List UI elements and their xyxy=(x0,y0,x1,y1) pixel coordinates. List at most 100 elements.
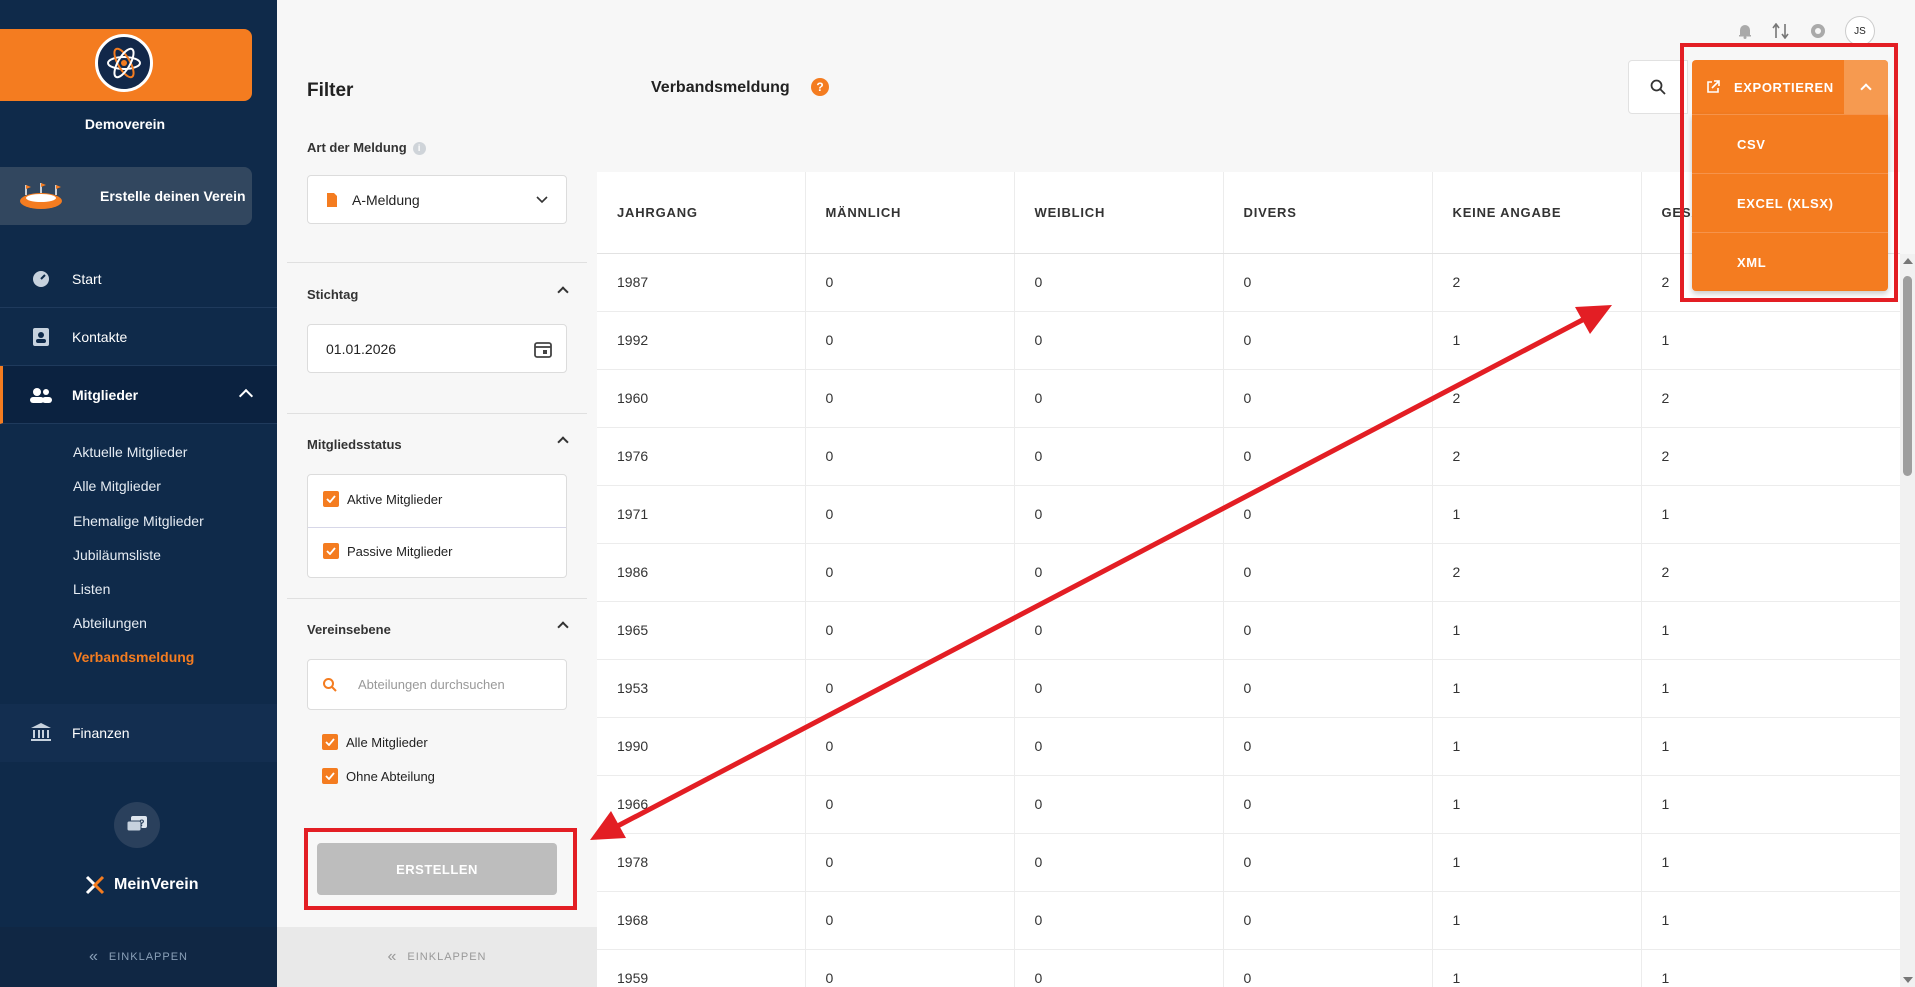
sort-arrows-icon[interactable] xyxy=(1771,23,1791,39)
table-row[interactable]: 1986 0 0 0 2 2 xyxy=(597,543,1900,602)
checkbox-checked-icon xyxy=(322,734,338,750)
help-icon[interactable]: ? xyxy=(811,78,829,96)
sidebar-subitem-abteilungen[interactable]: Abteilungen xyxy=(73,615,147,631)
table-cell: 1966 xyxy=(597,775,806,834)
table-cell: 0 xyxy=(1223,253,1433,312)
table-row[interactable]: 1992 0 0 0 1 1 xyxy=(597,311,1900,370)
sidebar-item-start[interactable]: Start xyxy=(0,250,277,308)
info-icon[interactable]: i xyxy=(412,142,426,156)
table-row[interactable]: 1959 0 0 0 1 1 xyxy=(597,949,1900,987)
gear-icon[interactable] xyxy=(1809,22,1827,40)
divider xyxy=(287,413,587,414)
checkbox-ohne-abteilung[interactable]: Ohne Abteilung xyxy=(322,768,435,784)
column-header[interactable]: WEIBLICH xyxy=(1014,172,1224,254)
table-row[interactable]: 1966 0 0 0 1 1 xyxy=(597,775,1900,834)
sidebar-item-kontakte[interactable]: Kontakte xyxy=(0,308,277,366)
table-cell: 0 xyxy=(1223,949,1433,987)
chevron-up-icon[interactable] xyxy=(557,286,569,298)
table-search-button[interactable] xyxy=(1628,60,1688,114)
table-cell: 1992 xyxy=(597,311,806,370)
scrollbar-thumb[interactable] xyxy=(1903,276,1912,476)
table-row[interactable]: 1976 0 0 0 2 2 xyxy=(597,427,1900,486)
table-cell: 1 xyxy=(1432,311,1642,370)
create-club-button[interactable]: Erstelle deinen Verein xyxy=(0,167,252,225)
table-cell: 1 xyxy=(1432,775,1642,834)
chevron-up-icon[interactable] xyxy=(557,436,569,448)
table-cell: 1960 xyxy=(597,369,806,428)
document-icon xyxy=(327,192,337,207)
table-cell: 1968 xyxy=(597,891,806,950)
avatar[interactable]: JS xyxy=(1845,16,1875,46)
collapse-filter-button[interactable]: « EINKLAPPEN xyxy=(277,927,597,987)
table-cell: 1 xyxy=(1641,659,1900,718)
checkbox-alle-mitglieder[interactable]: Alle Mitglieder xyxy=(322,734,428,750)
table-cell: 2 xyxy=(1432,427,1642,486)
table-row[interactable]: 1965 0 0 0 1 1 xyxy=(597,601,1900,660)
sidebar-subitem-jubilaeum[interactable]: Jubiläumsliste xyxy=(73,547,161,563)
sidebar-subitem-listen[interactable]: Listen xyxy=(73,581,110,597)
main-sidebar: Demoverein Erstelle deinen Verein Start … xyxy=(0,0,277,987)
table-cell: 1 xyxy=(1432,659,1642,718)
sidebar-subitem-verbandsmeldung[interactable]: Verbandsmeldung xyxy=(73,649,194,665)
table-cell: 1 xyxy=(1641,717,1900,776)
table-row[interactable]: 1978 0 0 0 1 1 xyxy=(597,833,1900,892)
create-club-label: Erstelle deinen Verein xyxy=(100,188,246,204)
sidebar-item-label: Kontakte xyxy=(72,328,128,345)
checkbox-checked-icon xyxy=(323,543,339,559)
checkbox-label: Passive Mitglieder xyxy=(347,543,453,559)
table-cell: 1 xyxy=(1641,601,1900,660)
sidebar-subitem-ehemalige[interactable]: Ehemalige Mitglieder xyxy=(73,513,204,529)
checkbox-passive[interactable]: Passive Mitglieder xyxy=(323,543,453,559)
column-header[interactable]: JAHRGANG xyxy=(597,172,806,254)
scroll-down-arrow-icon[interactable] xyxy=(1903,977,1913,983)
help-chat-button[interactable]: ? xyxy=(114,802,160,848)
table-cell: 0 xyxy=(1223,427,1433,486)
table-row[interactable]: 1953 0 0 0 1 1 xyxy=(597,659,1900,718)
column-header[interactable]: MÄNNLICH xyxy=(805,172,1015,254)
table-row[interactable]: 1960 0 0 0 2 2 xyxy=(597,369,1900,428)
sidebar-item-mitglieder[interactable]: Mitglieder xyxy=(0,366,277,424)
chevron-up-icon[interactable] xyxy=(557,621,569,633)
column-header[interactable]: KEINE ANGABE xyxy=(1432,172,1642,254)
scroll-up-arrow-icon[interactable] xyxy=(1903,258,1913,264)
table-cell: 1 xyxy=(1432,601,1642,660)
stichtag-label: Stichtag xyxy=(307,287,359,302)
column-header[interactable]: DIVERS xyxy=(1223,172,1433,254)
checkbox-label: Aktive Mitglieder xyxy=(347,491,443,507)
brand-logo: MeinVerein xyxy=(84,874,198,896)
table-cell: 0 xyxy=(1014,427,1224,486)
bell-icon[interactable] xyxy=(1737,23,1753,39)
sidebar-subitem-alle[interactable]: Alle Mitglieder xyxy=(73,478,161,494)
table-cell: 0 xyxy=(805,601,1015,660)
stichtag-date-input[interactable]: 01.01.2026 xyxy=(307,324,567,373)
table-cell: 1 xyxy=(1641,833,1900,892)
sidebar-item-finanzen[interactable]: Finanzen xyxy=(0,704,277,762)
collapse-label: EINKLAPPEN xyxy=(108,951,188,963)
search-placeholder: Abteilungen durchsuchen xyxy=(358,677,505,692)
divider xyxy=(308,527,566,528)
abteilungen-search-input[interactable]: Abteilungen durchsuchen xyxy=(307,659,567,710)
table-cell: 0 xyxy=(1014,833,1224,892)
table-cell: 1971 xyxy=(597,485,806,544)
chevron-down-icon xyxy=(536,195,548,203)
vertical-scrollbar[interactable] xyxy=(1900,254,1915,987)
table-cell: 2 xyxy=(1641,427,1900,486)
annotation-highlight-erstellen xyxy=(304,828,577,910)
table-row[interactable]: 1968 0 0 0 1 1 xyxy=(597,891,1900,950)
art-der-meldung-select[interactable]: A-Meldung xyxy=(307,175,567,224)
club-logo[interactable] xyxy=(95,34,153,92)
table-cell: 1 xyxy=(1432,717,1642,776)
table-cell: 0 xyxy=(1223,891,1433,950)
collapse-sidebar-button[interactable]: « EINKLAPPEN xyxy=(0,927,277,987)
users-icon xyxy=(30,384,52,406)
calendar-icon[interactable] xyxy=(534,340,552,358)
table-row[interactable]: 1971 0 0 0 1 1 xyxy=(597,485,1900,544)
checkbox-checked-icon xyxy=(323,491,339,507)
meinverein-logo-icon xyxy=(85,875,105,895)
table-cell: 0 xyxy=(1223,311,1433,370)
sidebar-subitem-aktuelle[interactable]: Aktuelle Mitglieder xyxy=(73,444,187,460)
table-cell: 0 xyxy=(1014,601,1224,660)
table-cell: 1 xyxy=(1641,891,1900,950)
checkbox-aktive[interactable]: Aktive Mitglieder xyxy=(323,491,442,507)
table-row[interactable]: 1990 0 0 0 1 1 xyxy=(597,717,1900,776)
